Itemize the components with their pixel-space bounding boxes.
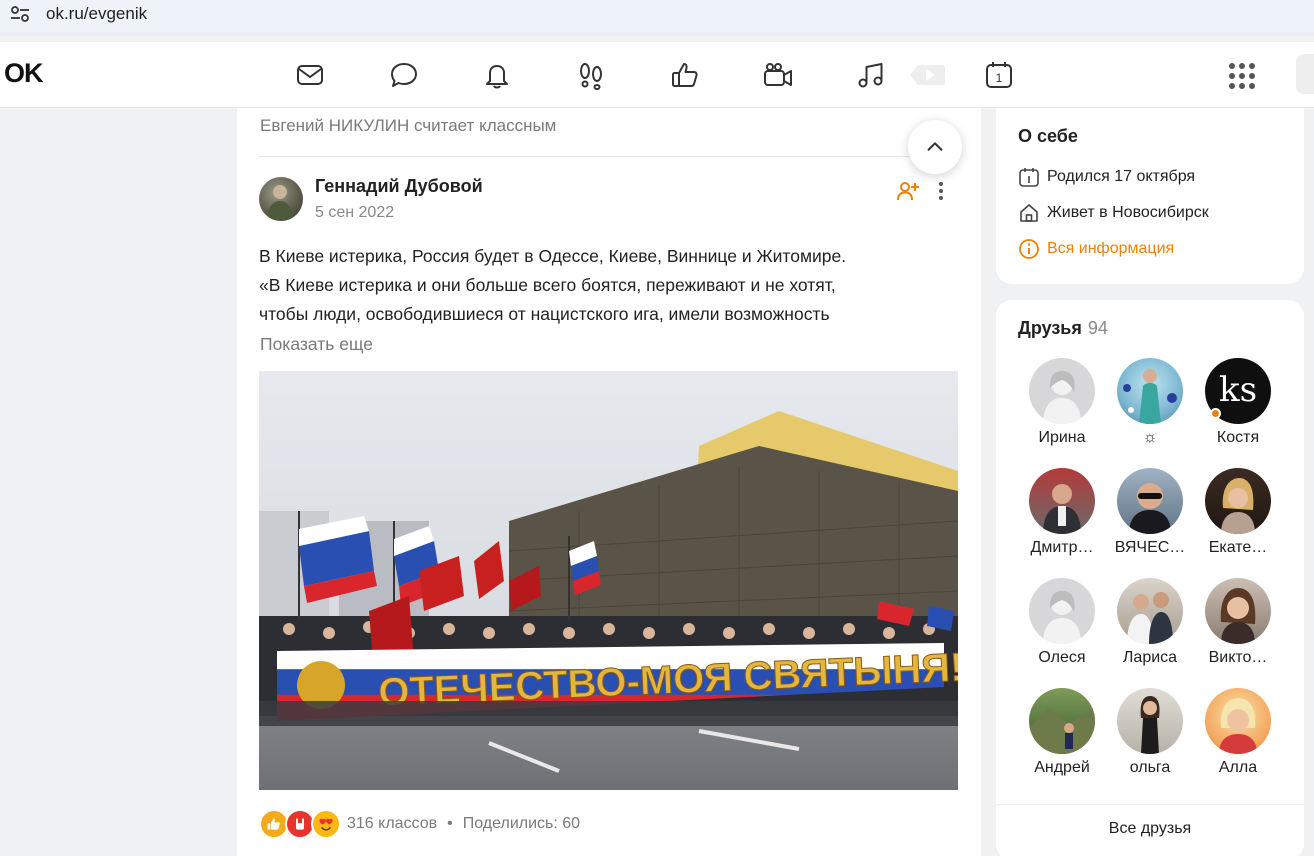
divider	[996, 804, 1304, 805]
thumbs-up-icon[interactable]	[669, 59, 701, 91]
friend-name: Алла	[1218, 759, 1258, 776]
post-text-line: «В Киеве истерика и они больше всего боя…	[259, 275, 836, 295]
reactions-bar[interactable]: 316 классов • Поделились: 60	[259, 808, 580, 840]
about-card: О себе Родился 17 октября Живет в Новоси…	[996, 108, 1304, 284]
footprints-icon[interactable]	[575, 59, 607, 91]
friend-item[interactable]: ☼	[1106, 358, 1194, 447]
friend-name: Дмитр…	[1030, 539, 1094, 556]
chat-icon[interactable]	[388, 59, 420, 91]
apps-grid-icon[interactable]	[1228, 62, 1256, 90]
liked-by-caption: Евгений НИКУЛИН считает классным	[260, 116, 557, 135]
home-icon	[1020, 204, 1038, 222]
avatar	[1117, 358, 1183, 424]
avatar	[1205, 688, 1271, 754]
music-icon[interactable]	[855, 59, 887, 91]
post-date[interactable]: 5 сен 2022	[315, 204, 394, 222]
about-title: О себе	[1018, 126, 1078, 146]
online-indicator	[1210, 408, 1221, 419]
friend-item[interactable]: ольга	[1106, 688, 1194, 777]
user-menu-button[interactable]	[1296, 54, 1314, 94]
avatar	[1117, 468, 1183, 534]
friend-name: Андрей	[1034, 759, 1090, 776]
friend-item[interactable]: Дмитр…	[1018, 468, 1106, 557]
avatar	[1205, 578, 1271, 644]
reaction-icons[interactable]	[259, 808, 345, 840]
all-friends-link[interactable]: Все друзья	[996, 820, 1304, 838]
friend-name: Ирина	[1038, 429, 1086, 446]
show-more-link[interactable]: Показать еще	[260, 334, 373, 355]
avatar	[1029, 688, 1095, 754]
all-info-link[interactable]: Вся информация	[1018, 238, 1174, 260]
url-text[interactable]: ok.ru/evgenik	[46, 4, 147, 24]
location-text: Живет в Новосибирск	[1047, 204, 1209, 221]
feed-card: Евгений НИКУЛИН считает классным Геннади…	[237, 108, 981, 856]
location-row: Живет в Новосибирск	[1018, 202, 1209, 224]
friend-item[interactable]: Викто…	[1194, 578, 1282, 667]
calendar-day: 1	[996, 71, 1003, 85]
love-reaction-icon	[311, 809, 341, 839]
friend-name: ольга	[1129, 759, 1171, 776]
post-photo[interactable]: ОТЕЧЕСТВО-МОЯ СВЯТЫНЯ!	[259, 371, 958, 790]
avatar-text: ks	[1219, 370, 1257, 410]
birthday-row: Родился 17 октября	[1018, 166, 1195, 188]
friend-item[interactable]: Ирина	[1018, 358, 1106, 447]
author-name[interactable]: Геннадий Дубовой	[315, 176, 483, 197]
calendar-icon[interactable]: 1	[983, 59, 1015, 91]
bell-icon[interactable]	[481, 59, 513, 91]
avatar	[1117, 688, 1183, 754]
play-icon[interactable]	[910, 59, 946, 91]
author-avatar[interactable]	[259, 177, 303, 221]
friend-item[interactable]: Екате…	[1194, 468, 1282, 557]
friend-item[interactable]: Лариса	[1106, 578, 1194, 667]
all-info-text[interactable]: Вся информация	[1047, 240, 1174, 258]
browser-address-bar: ok.ru/evgenik	[0, 0, 1314, 36]
post-text: В Киеве истерика, Россия будет в Одессе,…	[259, 242, 959, 329]
avatar	[1029, 468, 1095, 534]
ok-logo[interactable]: OK	[4, 58, 43, 89]
site-header: OK 1	[0, 42, 1314, 108]
more-options-icon[interactable]	[933, 179, 949, 203]
friend-item[interactable]: Алла	[1194, 688, 1282, 777]
tune-icon[interactable]	[10, 5, 30, 23]
friend-name: Олеся	[1038, 649, 1086, 666]
info-icon	[1019, 239, 1039, 259]
reaction-count[interactable]: 316 классов	[347, 815, 437, 833]
friend-name: Викто…	[1208, 649, 1268, 666]
calendar-icon	[1019, 168, 1039, 187]
avatar: ks	[1205, 358, 1271, 424]
post-text-line: В Киеве истерика, Россия будет в Одессе,…	[259, 246, 847, 266]
friends-count: 94	[1087, 318, 1108, 338]
add-friend-icon[interactable]	[896, 179, 920, 203]
friend-name: Екате…	[1208, 539, 1268, 556]
avatar	[1029, 358, 1095, 424]
divider	[258, 156, 958, 157]
scroll-to-top-button[interactable]	[908, 120, 962, 174]
friends-title-text: Друзья	[1018, 318, 1082, 338]
chevron-up-icon	[927, 142, 943, 151]
mail-icon[interactable]	[294, 59, 326, 91]
post-text-line: чтобы люди, освободившиеся от нацистског…	[259, 304, 830, 324]
video-camera-icon[interactable]	[762, 59, 794, 91]
friend-name: ☼	[1142, 429, 1158, 446]
avatar	[1205, 468, 1271, 534]
friend-item[interactable]: Андрей	[1018, 688, 1106, 777]
separator-dot: •	[447, 815, 453, 832]
friend-name: Костя	[1216, 429, 1260, 446]
shares-count[interactable]: Поделились: 60	[463, 815, 580, 833]
friends-title[interactable]: Друзья 94	[1018, 318, 1108, 339]
avatar	[1117, 578, 1183, 644]
friend-name: ВЯЧЕС…	[1114, 539, 1186, 556]
address-field[interactable]: ok.ru/evgenik	[0, 0, 1314, 32]
friends-card: Друзья94 Ирина ☼ ks Костя Дмитр… ВЯЧЕС…	[996, 300, 1304, 856]
avatar	[1029, 578, 1095, 644]
birthday-text: Родился 17 октября	[1047, 168, 1196, 185]
friend-item[interactable]: ВЯЧЕС…	[1106, 468, 1194, 557]
friend-name: Лариса	[1122, 649, 1178, 666]
friend-item[interactable]: Олеся	[1018, 578, 1106, 667]
friend-item[interactable]: ks Костя	[1194, 358, 1282, 447]
